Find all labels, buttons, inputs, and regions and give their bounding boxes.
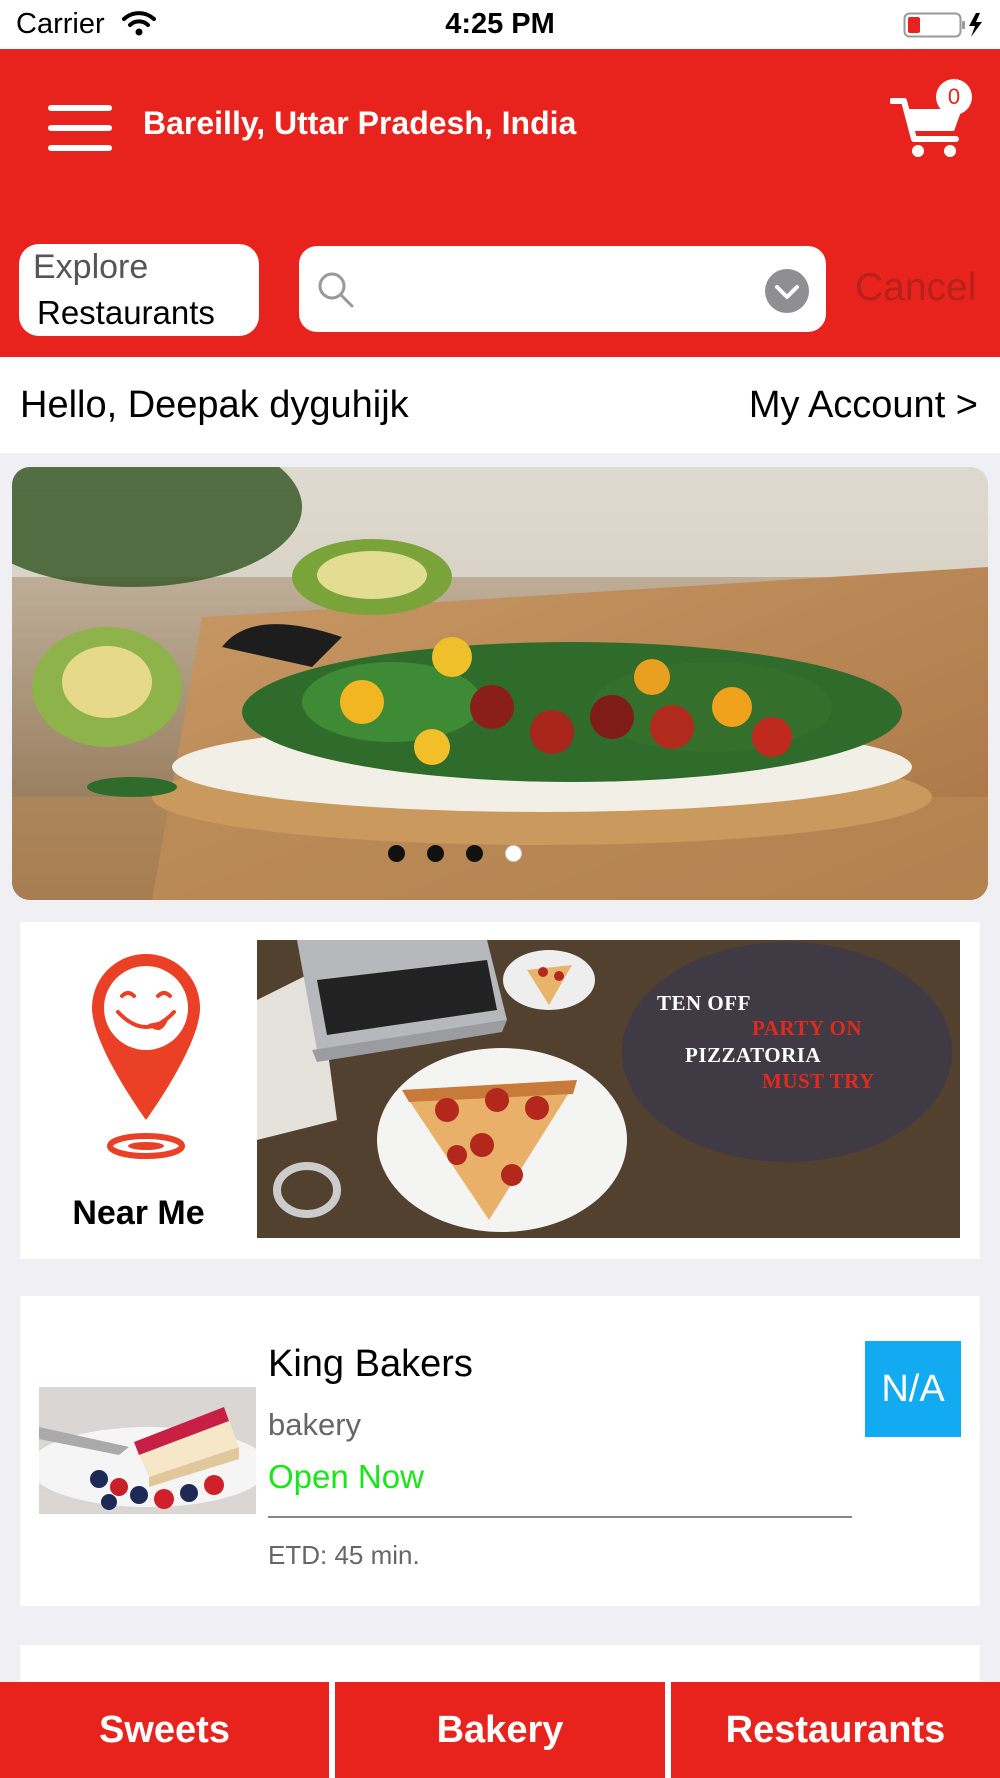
cart-count-badge: 0: [936, 79, 972, 115]
location-label[interactable]: Bareilly, Uttar Pradesh, India: [143, 105, 576, 142]
carousel-dot[interactable]: [466, 845, 483, 862]
battery-icon: [903, 11, 993, 44]
location-pin-icon: [88, 950, 204, 1165]
pizza-promo-banner[interactable]: TEN OFF PARTY ON PIZZATORIA MUST TRY: [257, 940, 960, 1238]
divider: [268, 1516, 852, 1518]
near-me-button[interactable]: Near Me: [20, 922, 257, 1259]
carousel-dot[interactable]: [427, 845, 444, 862]
promo-line-2: PARTY ON: [752, 1016, 862, 1040]
explore-label: Explore: [33, 248, 149, 286]
carousel-dots: [388, 845, 528, 865]
chevron-down-icon[interactable]: [764, 268, 810, 319]
promo-line-4: MUST TRY: [762, 1069, 875, 1093]
my-account-link[interactable]: My Account >: [749, 384, 978, 427]
status-time: 4:25 PM: [445, 8, 555, 40]
bottom-tab-bar: Sweets Bakery Restaurants: [0, 1682, 1000, 1778]
promo-line-1: TEN OFF: [657, 991, 751, 1015]
search-icon: [316, 270, 356, 315]
restaurant-category: bakery: [268, 1407, 362, 1442]
banner-carousel[interactable]: [12, 467, 988, 900]
menu-icon[interactable]: [48, 105, 112, 153]
tab-bakery[interactable]: Bakery: [335, 1682, 665, 1778]
carousel-dot[interactable]: [388, 845, 405, 862]
tab-sweets[interactable]: Sweets: [0, 1682, 329, 1778]
cancel-button[interactable]: Cancel: [855, 266, 976, 310]
restaurant-name: King Bakers: [268, 1343, 473, 1385]
delivery-time: ETD: 45 min.: [268, 1540, 420, 1570]
status-bar: Carrier 4:25 PM: [0, 0, 1000, 49]
rating-badge: N/A: [865, 1341, 961, 1437]
greeting-text: Hello, Deepak dyguhijk: [20, 384, 409, 426]
restaurant-card-next[interactable]: [20, 1645, 980, 1685]
tab-restaurants[interactable]: Restaurants: [671, 1682, 1000, 1778]
restaurant-thumbnail: [39, 1387, 256, 1514]
search-input[interactable]: [370, 261, 750, 317]
explore-restaurants-button[interactable]: Explore Restaurants: [19, 244, 259, 336]
open-status: Open Now: [268, 1458, 424, 1495]
near-me-label: Near Me: [72, 1194, 205, 1232]
restaurants-label: Restaurants: [37, 294, 215, 331]
promo-line-3: PIZZATORIA: [685, 1043, 821, 1067]
carousel-dot-active[interactable]: [505, 845, 522, 862]
greeting-bar: Hello, Deepak dyguhijk My Account >: [0, 357, 1000, 453]
